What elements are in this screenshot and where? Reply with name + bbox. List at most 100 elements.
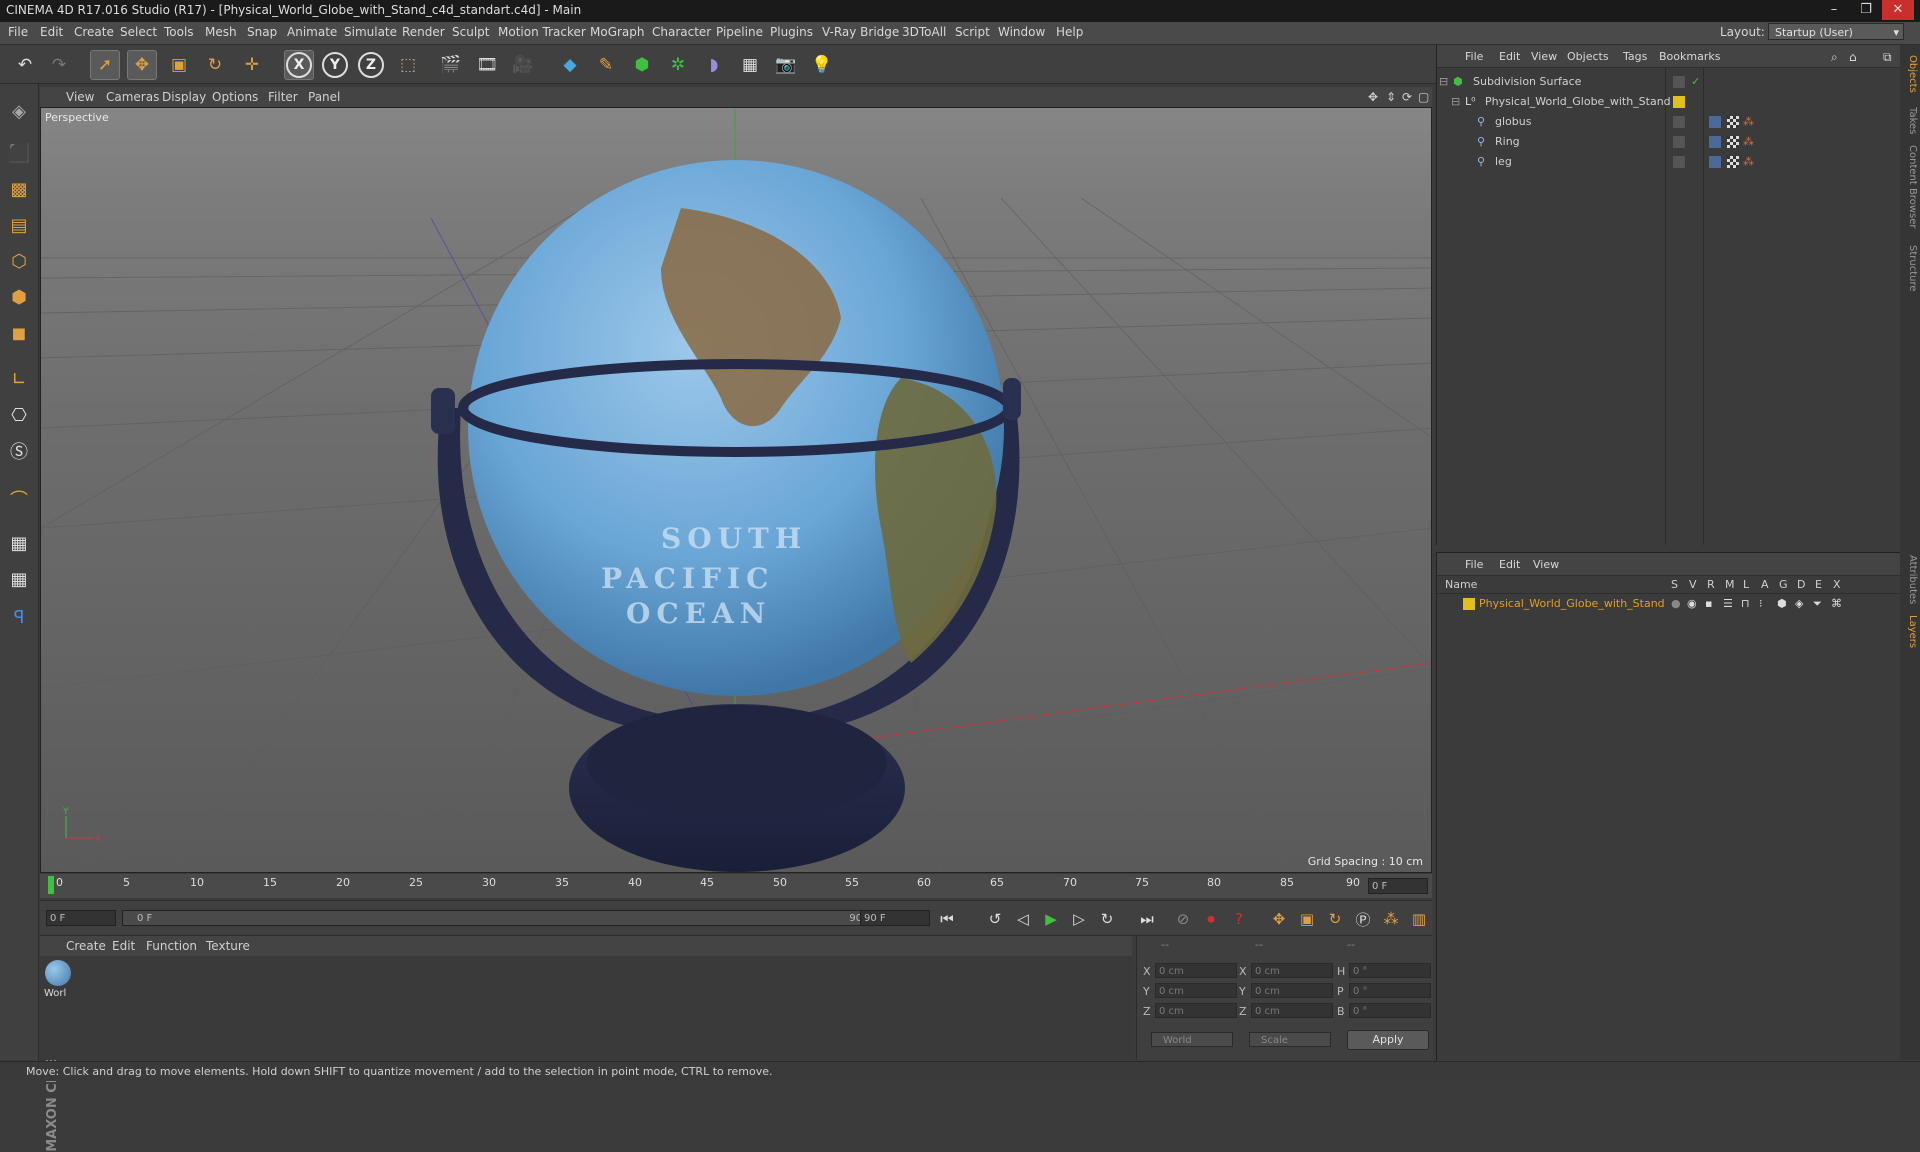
go-to-end-button[interactable]: ⏭ bbox=[1136, 908, 1158, 930]
collapse-icon[interactable]: ⊟ bbox=[1451, 95, 1460, 108]
layer-menu-file[interactable]: File bbox=[1465, 558, 1483, 571]
layout-dropdown[interactable]: Startup (User) ▾ bbox=[1768, 23, 1904, 40]
texture-tag-icon[interactable] bbox=[1709, 156, 1721, 168]
next-key-button[interactable]: ↻ bbox=[1096, 908, 1118, 930]
maximize-view-icon[interactable]: ▢ bbox=[1418, 90, 1429, 104]
menu-render[interactable]: Render bbox=[402, 25, 445, 39]
object-row-ring[interactable]: ⚲ Ring ⁂ bbox=[1437, 133, 1901, 152]
material-menu-edit[interactable]: Edit bbox=[112, 939, 135, 953]
new-window-icon[interactable]: ⧉ bbox=[1883, 50, 1892, 65]
end-frame-field[interactable]: 90 F bbox=[860, 910, 930, 926]
python-button[interactable]: ꟼ bbox=[4, 602, 34, 632]
object-row-subdivision-surface[interactable]: ⊟ ⬢ Subdivision Surface ✓ bbox=[1437, 73, 1901, 92]
object-menu-file[interactable]: File bbox=[1465, 50, 1483, 63]
enabled-checkmark-icon[interactable]: ✓ bbox=[1691, 75, 1700, 88]
viewport-camera-label[interactable]: Perspective bbox=[45, 111, 109, 124]
previous-key-button[interactable]: ↺ bbox=[984, 908, 1006, 930]
visibility-toggle[interactable] bbox=[1673, 76, 1685, 88]
lock-y-axis-button[interactable]: Y bbox=[320, 50, 350, 80]
motion-record-button[interactable]: ⊘ bbox=[1172, 908, 1194, 930]
object-menu-view[interactable]: View bbox=[1531, 50, 1557, 63]
position-z-field[interactable]: 0 cm bbox=[1155, 1003, 1237, 1018]
viewport-menu-cameras[interactable]: Cameras bbox=[106, 90, 159, 104]
lock-toggle-icon[interactable]: ⊓ bbox=[1741, 597, 1750, 610]
minimize-button[interactable]: – bbox=[1818, 0, 1850, 20]
start-frame-field[interactable]: 0 F bbox=[46, 910, 116, 926]
key-parameter-button[interactable]: Ⓟ bbox=[1352, 908, 1374, 930]
layer-color-swatch[interactable] bbox=[1673, 96, 1685, 108]
rotation-h-field[interactable]: 0 ° bbox=[1349, 963, 1431, 978]
texture-tag-icon[interactable] bbox=[1709, 136, 1721, 148]
workplane-align-button[interactable]: ▦ bbox=[4, 564, 34, 594]
render-toggle-icon[interactable]: ▪ bbox=[1705, 597, 1712, 610]
rotation-b-field[interactable]: 0 ° bbox=[1349, 1003, 1431, 1018]
snap-button[interactable]: Ⓢ bbox=[4, 436, 34, 466]
uvw-tag-icon[interactable] bbox=[1727, 116, 1739, 128]
render-picture-viewer-button[interactable]: 🎞 bbox=[472, 50, 502, 80]
xrefs-toggle-icon[interactable]: ⌘ bbox=[1831, 597, 1842, 610]
menu-snap[interactable]: Snap bbox=[247, 25, 277, 39]
coordinate-system-button[interactable]: ⬚ bbox=[393, 50, 423, 80]
size-x-field[interactable]: 0 cm bbox=[1251, 963, 1333, 978]
visibility-toggle[interactable] bbox=[1673, 136, 1685, 148]
previous-frame-button[interactable]: ◁ bbox=[1012, 908, 1034, 930]
menu-plugins[interactable]: Plugins bbox=[770, 25, 813, 39]
key-position-button[interactable]: ✥ bbox=[1268, 908, 1290, 930]
polygons-mode-button[interactable]: ◼ bbox=[4, 318, 34, 348]
add-camera-button[interactable]: 📷 bbox=[771, 50, 801, 80]
object-menu-objects[interactable]: Objects bbox=[1567, 50, 1609, 63]
record-active-objects-button[interactable]: ⏺ bbox=[1200, 908, 1222, 930]
play-button[interactable]: ▶ bbox=[1040, 908, 1062, 930]
edges-mode-button[interactable]: ⬢ bbox=[4, 282, 34, 312]
next-frame-button[interactable]: ▷ bbox=[1068, 908, 1090, 930]
view-toggle-icon[interactable]: ◉ bbox=[1687, 597, 1697, 610]
viewport-menu-options[interactable]: Options bbox=[212, 90, 258, 104]
layer-color-swatch[interactable] bbox=[1463, 598, 1475, 610]
axis-mode-button[interactable]: ∟ bbox=[4, 364, 34, 394]
generators-toggle-icon[interactable]: ⬢ bbox=[1777, 597, 1787, 610]
material-menu-create[interactable]: Create bbox=[66, 939, 106, 953]
phong-tag-icon[interactable]: ⁂ bbox=[1743, 115, 1754, 128]
uvw-tag-icon[interactable] bbox=[1727, 136, 1739, 148]
scale-tool-button[interactable]: ▣ bbox=[164, 50, 194, 80]
tab-layers[interactable]: Layers bbox=[1902, 615, 1918, 648]
move-tool-button[interactable]: ✥ bbox=[127, 50, 157, 80]
material-menu-function[interactable]: Function bbox=[146, 939, 197, 953]
menu-mesh[interactable]: Mesh bbox=[205, 25, 237, 39]
menu-vray-bridge[interactable]: V-Ray Bridge bbox=[822, 25, 899, 39]
visibility-toggle[interactable] bbox=[1673, 156, 1685, 168]
animation-toggle-icon[interactable]: ⁝ bbox=[1759, 597, 1763, 610]
add-floor-button[interactable]: ▦ bbox=[735, 50, 765, 80]
menu-pipeline[interactable]: Pipeline bbox=[716, 25, 763, 39]
object-row-globus[interactable]: ⚲ globus ⁂ bbox=[1437, 113, 1901, 132]
make-editable-button[interactable]: ◈ bbox=[4, 96, 34, 126]
timeline-ruler[interactable]: 0 5 10 15 20 25 30 35 40 45 50 55 60 65 … bbox=[40, 874, 1432, 898]
tab-content-browser[interactable]: Content Browser bbox=[1902, 145, 1918, 228]
coordinate-mode-dropdown[interactable]: World bbox=[1151, 1032, 1233, 1047]
autokeying-button[interactable]: ? bbox=[1228, 908, 1250, 930]
object-menu-edit[interactable]: Edit bbox=[1499, 50, 1520, 63]
texture-tag-icon[interactable] bbox=[1709, 116, 1721, 128]
deformers-toggle-icon[interactable]: ◈ bbox=[1795, 597, 1803, 610]
menu-character[interactable]: Character bbox=[652, 25, 711, 39]
magnet-button[interactable]: ⌒ bbox=[4, 484, 34, 514]
object-row-leg[interactable]: ⚲ leg ⁂ bbox=[1437, 153, 1901, 172]
viewport-menu-display[interactable]: Display bbox=[162, 90, 206, 104]
menu-simulate[interactable]: Simulate bbox=[344, 25, 397, 39]
playhead-marker[interactable] bbox=[48, 876, 54, 894]
material-menu-texture[interactable]: Texture bbox=[206, 939, 250, 953]
key-rotation-button[interactable]: ↻ bbox=[1324, 908, 1346, 930]
material-thumbnail[interactable]: Worl bbox=[44, 960, 72, 1002]
workplane-mode-button[interactable]: ▤ bbox=[4, 210, 34, 240]
layer-row[interactable]: Physical_World_Globe_with_Stand ● ◉ ▪ ☰ … bbox=[1437, 595, 1901, 614]
render-view-button[interactable]: 🎬 bbox=[436, 50, 466, 80]
zoom-view-icon[interactable]: ⇕ bbox=[1386, 90, 1396, 104]
key-pla-button[interactable]: ⁂ bbox=[1380, 908, 1402, 930]
menu-tools[interactable]: Tools bbox=[164, 25, 194, 39]
position-x-field[interactable]: 0 cm bbox=[1155, 963, 1237, 978]
rotate-view-icon[interactable]: ⟳ bbox=[1402, 90, 1412, 104]
menu-edit[interactable]: Edit bbox=[40, 25, 63, 39]
close-button[interactable]: ✕ bbox=[1882, 0, 1914, 20]
lock-x-axis-button[interactable]: X bbox=[284, 50, 314, 80]
key-scale-button[interactable]: ▣ bbox=[1296, 908, 1318, 930]
